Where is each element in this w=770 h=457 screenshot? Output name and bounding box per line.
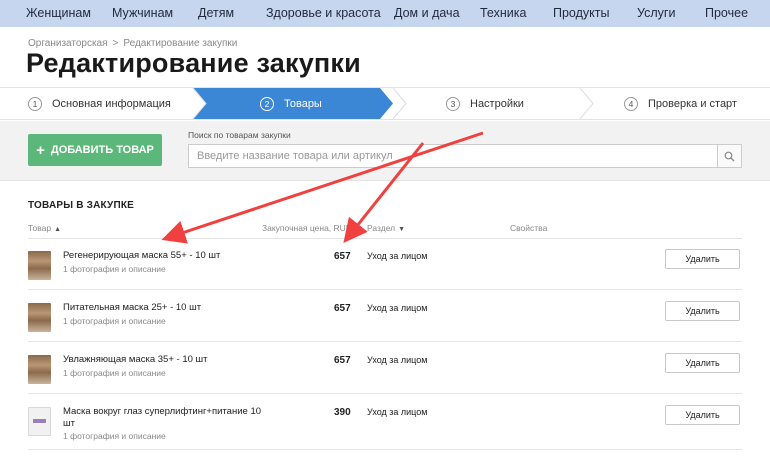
add-product-label: ДОБАВИТЬ ТОВАР xyxy=(50,144,154,156)
nav-health-beauty[interactable]: Здоровье и красота xyxy=(266,6,381,20)
sort-caret-icon: ▼ xyxy=(354,226,362,233)
delete-button[interactable]: Удалить xyxy=(665,301,740,321)
products-toolbar: + ДОБАВИТЬ ТОВАР Поиск по товарам закупк… xyxy=(0,121,770,181)
product-price: 657 xyxy=(334,303,351,314)
product-section: Уход за лицом xyxy=(367,251,428,261)
product-section: Уход за лицом xyxy=(367,303,428,313)
delete-button[interactable]: Удалить xyxy=(665,405,740,425)
delete-button[interactable]: Удалить xyxy=(665,249,740,269)
product-name[interactable]: Маска вокруг глаз суперлифтинг+питание 1… xyxy=(63,406,273,430)
nav-services[interactable]: Услуги xyxy=(637,6,675,20)
step-label: Настройки xyxy=(470,97,524,110)
search-icon xyxy=(724,151,735,161)
product-thumbnail[interactable] xyxy=(28,407,51,436)
step-products[interactable]: 2 Товары xyxy=(260,88,322,119)
product-price: 657 xyxy=(334,355,351,366)
step-review-start[interactable]: 4 Проверка и старт xyxy=(624,88,737,119)
product-name[interactable]: Питательная маска 25+ - 10 шт xyxy=(63,302,273,314)
product-thumbnail[interactable] xyxy=(28,303,51,332)
add-product-button[interactable]: + ДОБАВИТЬ ТОВАР xyxy=(28,134,162,166)
nav-women[interactable]: Женщинам xyxy=(26,6,91,20)
product-section: Уход за лицом xyxy=(367,407,428,417)
nav-other[interactable]: Прочее xyxy=(705,6,748,20)
product-price: 657 xyxy=(334,251,351,262)
step-label: Проверка и старт xyxy=(648,97,737,110)
products-section-title: ТОВАРЫ В ЗАКУПКЕ xyxy=(28,200,135,211)
product-photo-info: 1 фотография и описание xyxy=(63,316,166,326)
step-basic-info[interactable]: 1 Основная информация xyxy=(28,88,171,119)
product-photo-info: 1 фотография и описание xyxy=(63,368,166,378)
column-section-label: Раздел xyxy=(367,223,396,233)
column-properties: Свойства xyxy=(510,223,548,233)
step-number: 4 xyxy=(624,96,638,111)
table-row: Регенерирующая маска 55+ - 10 шт 1 фотог… xyxy=(28,239,742,290)
wizard-steps: 1 Основная информация 2 Товары 3 Настрой… xyxy=(0,87,770,120)
step-number: 3 xyxy=(446,96,460,111)
top-navigation: Женщинам Мужчинам Детям Здоровье и красо… xyxy=(0,0,770,27)
column-price[interactable]: Закупочная цена, RUB ▼ xyxy=(262,223,361,233)
step-label: Основная информация xyxy=(52,97,171,110)
column-price-label: Закупочная цена, RUB xyxy=(262,223,352,233)
product-name[interactable]: Увлажняющая маска 35+ - 10 шт xyxy=(63,354,273,366)
page-title: Редактирование закупки xyxy=(26,48,361,78)
nav-home-garden[interactable]: Дом и дача xyxy=(394,6,460,20)
step-number: 1 xyxy=(28,96,42,111)
delete-button[interactable]: Удалить xyxy=(665,353,740,373)
table-row: Увлажняющая маска 35+ - 10 шт 1 фотограф… xyxy=(28,343,742,394)
nav-kids[interactable]: Детям xyxy=(198,6,234,20)
table-row: Маска вокруг глаз суперлифтинг+питание 1… xyxy=(28,395,742,450)
sort-caret-icon: ▼ xyxy=(398,226,406,233)
column-product-label: Товар xyxy=(28,223,52,233)
table-row: Питательная маска 25+ - 10 шт 1 фотограф… xyxy=(28,291,742,342)
product-price: 390 xyxy=(334,407,351,418)
product-photo-info: 1 фотография и описание xyxy=(63,431,166,441)
plus-icon: + xyxy=(36,141,45,159)
sort-caret-icon: ▲ xyxy=(54,226,62,233)
step-label: Товары xyxy=(284,97,322,110)
nav-food[interactable]: Продукты xyxy=(553,6,609,20)
product-photo-info: 1 фотография и описание xyxy=(63,264,166,274)
search-input[interactable]: Введите название товара или артикул xyxy=(188,144,718,168)
product-section: Уход за лицом xyxy=(367,355,428,365)
step-number: 2 xyxy=(260,96,274,111)
product-thumbnail[interactable] xyxy=(28,251,51,280)
search-label: Поиск по товарам закупки xyxy=(188,130,291,140)
column-product[interactable]: Товар ▲ xyxy=(28,223,61,233)
nav-men[interactable]: Мужчинам xyxy=(112,6,173,20)
product-thumbnail[interactable] xyxy=(28,355,51,384)
column-section[interactable]: Раздел ▼ xyxy=(367,223,405,233)
search-button[interactable] xyxy=(717,144,742,168)
nav-electronics[interactable]: Техника xyxy=(480,6,526,20)
step-settings[interactable]: 3 Настройки xyxy=(446,88,524,119)
product-name[interactable]: Регенерирующая маска 55+ - 10 шт xyxy=(63,250,273,262)
